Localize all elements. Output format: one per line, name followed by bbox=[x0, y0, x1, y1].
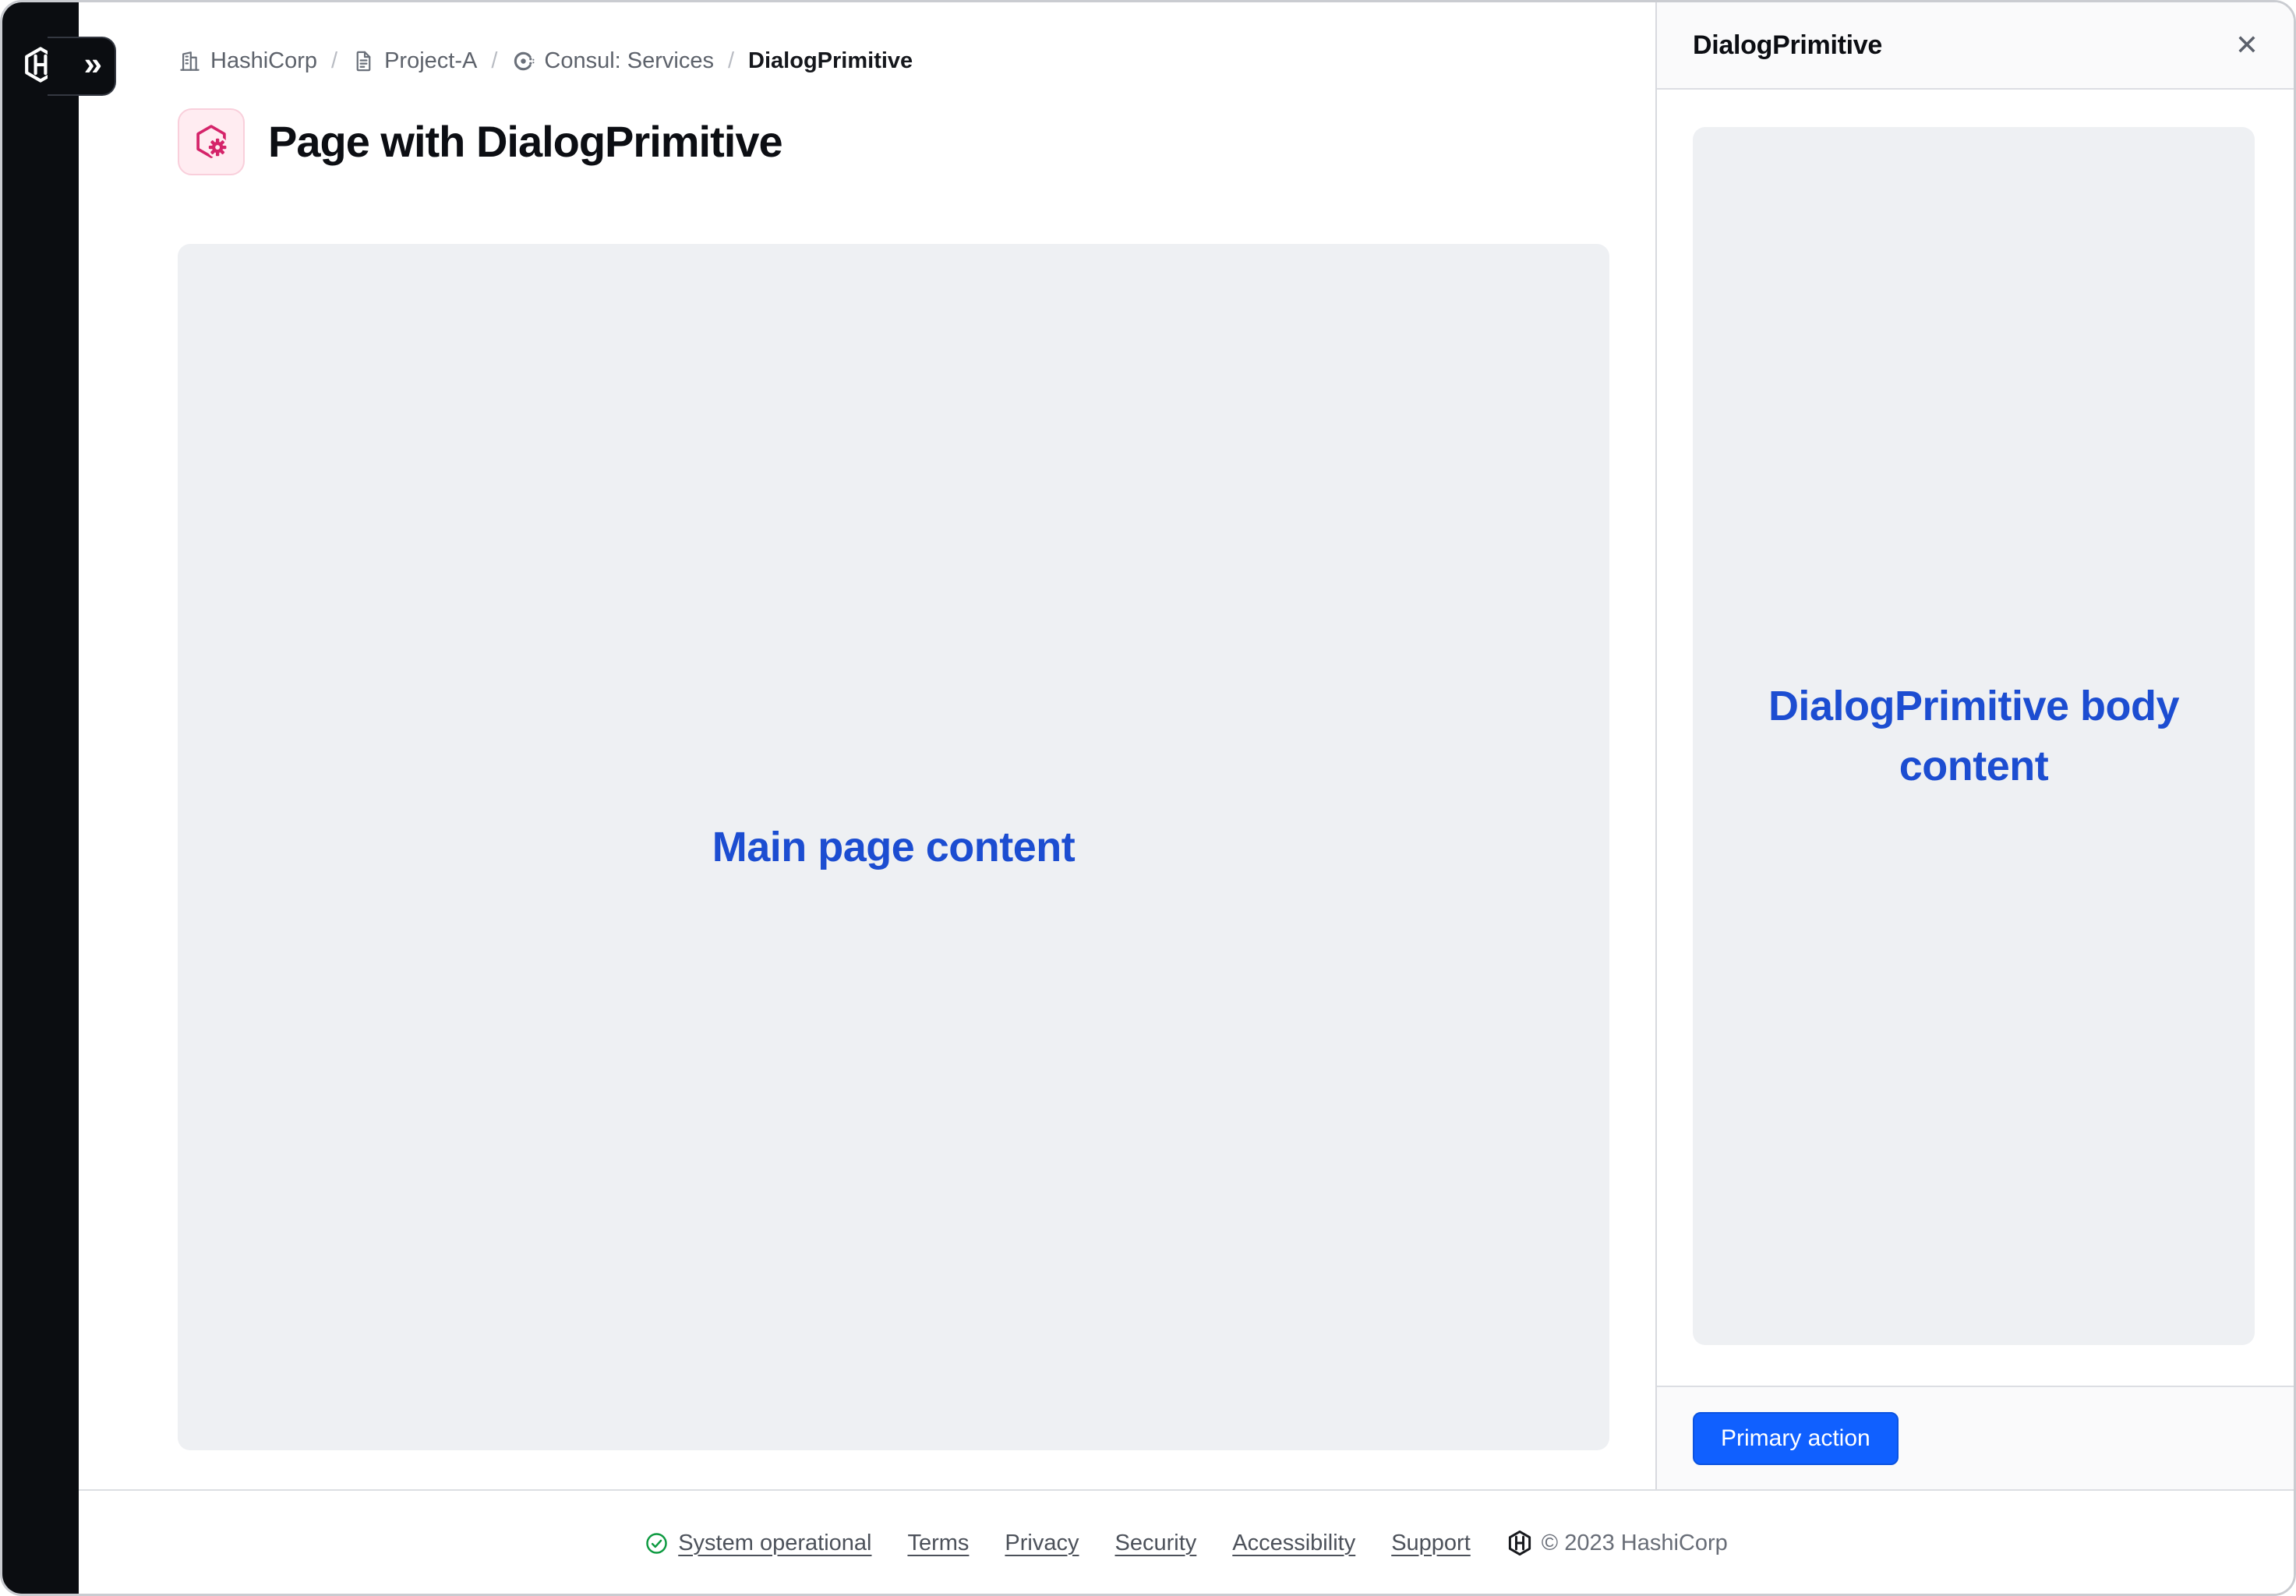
footer-link-privacy[interactable]: Privacy bbox=[1005, 1531, 1079, 1556]
breadcrumb-label: HashiCorp bbox=[210, 48, 317, 74]
breadcrumb-item-project[interactable]: Project-A bbox=[351, 48, 477, 74]
breadcrumb-label: Consul: Services bbox=[544, 48, 714, 74]
dialog-header: DialogPrimitive ✕ bbox=[1657, 2, 2294, 90]
dialog-primitive-panel: DialogPrimitive ✕ DialogPrimitive body c… bbox=[1655, 2, 2294, 1489]
main-content-placeholder: Main page content bbox=[178, 244, 1609, 1450]
app-footer: System operational Terms Privacy Securit… bbox=[79, 1492, 2294, 1594]
breadcrumb-item-current: DialogPrimitive bbox=[748, 48, 913, 74]
sidebar-expand-button[interactable]: » bbox=[48, 37, 116, 96]
breadcrumb-item-consul-services[interactable]: Consul: Services bbox=[511, 48, 714, 74]
copyright-label: © 2023 HashiCorp bbox=[1542, 1531, 1728, 1556]
content-region: HashiCorp / Project-A / bbox=[2, 2, 2294, 1491]
footer-brand: © 2023 HashiCorp bbox=[1507, 1530, 1728, 1556]
breadcrumb: HashiCorp / Project-A / bbox=[178, 46, 913, 76]
hexagon-gear-icon bbox=[191, 122, 231, 162]
hashicorp-logo-icon bbox=[1507, 1530, 1533, 1556]
check-circle-icon bbox=[645, 1531, 669, 1555]
breadcrumb-separator: / bbox=[728, 48, 734, 74]
page-title: Page with DialogPrimitive bbox=[268, 118, 782, 166]
main-placeholder-label: Main page content bbox=[712, 817, 1076, 877]
dialog-title: DialogPrimitive bbox=[1693, 30, 1882, 61]
org-building-icon bbox=[178, 49, 202, 73]
primary-action-button[interactable]: Primary action bbox=[1693, 1412, 1899, 1465]
dialog-placeholder-label: DialogPrimitive body content bbox=[1748, 676, 2200, 796]
system-status-link[interactable]: System operational bbox=[645, 1531, 871, 1556]
main-page-area: HashiCorp / Project-A / bbox=[79, 2, 1660, 1489]
app-screen: » HashiCorp / Projec bbox=[0, 0, 2296, 1596]
breadcrumb-separator: / bbox=[331, 48, 337, 74]
breadcrumb-label: Project-A bbox=[384, 48, 477, 74]
close-icon: ✕ bbox=[2235, 31, 2259, 59]
system-status-label: System operational bbox=[678, 1531, 871, 1556]
page-title-badge bbox=[178, 108, 245, 175]
breadcrumb-separator: / bbox=[491, 48, 497, 74]
file-text-icon bbox=[351, 49, 376, 73]
consul-icon bbox=[511, 49, 535, 73]
collapsed-sidebar: » bbox=[2, 2, 79, 1594]
dialog-close-button[interactable]: ✕ bbox=[2227, 25, 2267, 65]
breadcrumb-item-hashicorp[interactable]: HashiCorp bbox=[178, 48, 317, 74]
dialog-footer: Primary action bbox=[1657, 1386, 2294, 1489]
footer-link-security[interactable]: Security bbox=[1115, 1531, 1197, 1556]
page-header: Page with DialogPrimitive bbox=[178, 108, 782, 175]
footer-link-terms[interactable]: Terms bbox=[907, 1531, 969, 1556]
dialog-body: DialogPrimitive body content bbox=[1657, 90, 2294, 1386]
footer-link-support[interactable]: Support bbox=[1391, 1531, 1471, 1556]
dialog-body-placeholder: DialogPrimitive body content bbox=[1693, 127, 2255, 1345]
double-chevron-right-icon: » bbox=[84, 48, 102, 80]
footer-link-accessibility[interactable]: Accessibility bbox=[1232, 1531, 1355, 1556]
breadcrumb-label: DialogPrimitive bbox=[748, 48, 913, 74]
